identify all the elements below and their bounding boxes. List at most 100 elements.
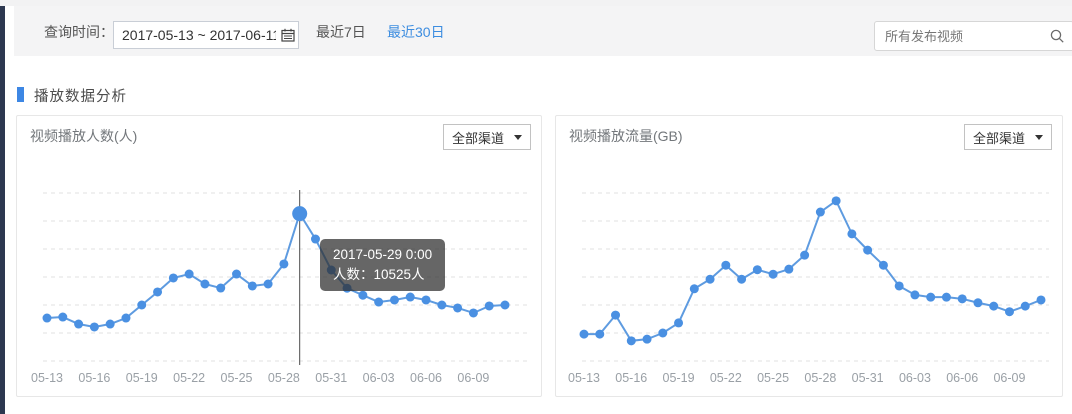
channel-select[interactable]: 全部渠道 [964, 124, 1052, 150]
data-point[interactable] [501, 301, 510, 310]
x-axis-label: 05-31 [315, 371, 347, 385]
data-point[interactable] [863, 246, 872, 255]
x-axis-label: 05-13 [568, 371, 600, 385]
data-point[interactable] [1037, 295, 1046, 304]
data-point[interactable] [1005, 307, 1014, 316]
x-axis-label: 05-31 [852, 371, 884, 385]
data-point[interactable] [611, 311, 620, 320]
data-point[interactable] [137, 301, 146, 310]
video-search-box[interactable] [874, 21, 1072, 51]
data-point[interactable] [406, 293, 415, 302]
data-point[interactable] [169, 273, 178, 282]
data-point[interactable] [627, 336, 636, 345]
magnifier-icon[interactable] [1049, 28, 1065, 44]
x-axis-label: 06-03 [363, 371, 395, 385]
data-point[interactable] [973, 298, 982, 307]
data-point[interactable] [437, 301, 446, 310]
data-point[interactable] [847, 229, 856, 238]
data-point[interactable] [153, 287, 162, 296]
data-point[interactable] [721, 261, 730, 270]
channel-select[interactable]: 全部渠道 [443, 124, 531, 150]
data-point[interactable] [800, 251, 809, 260]
chart-title: 视频播放人数(人) [30, 126, 137, 146]
highlighted-data-point[interactable] [292, 206, 307, 221]
x-axis-label: 06-09 [993, 371, 1025, 385]
x-axis-label: 05-16 [78, 371, 110, 385]
data-point[interactable] [422, 295, 431, 304]
query-toolbar: 查询时间： 最近7日 最近30日 [14, 6, 1072, 56]
data-point[interactable] [453, 303, 462, 312]
data-point[interactable] [279, 259, 288, 268]
chevron-down-icon [514, 135, 522, 140]
data-point[interactable] [769, 270, 778, 279]
x-axis-label: 06-06 [410, 371, 442, 385]
data-point[interactable] [958, 294, 967, 303]
data-point[interactable] [343, 284, 352, 293]
date-range-picker[interactable] [113, 21, 299, 49]
data-point[interactable] [737, 275, 746, 284]
x-axis-label: 05-25 [221, 371, 253, 385]
data-point[interactable] [74, 320, 83, 329]
data-point[interactable] [753, 265, 762, 274]
data-point[interactable] [595, 330, 604, 339]
data-point[interactable] [658, 329, 667, 338]
data-point[interactable] [200, 280, 209, 289]
section-title: 播放数据分析 [34, 85, 127, 106]
data-point[interactable] [185, 270, 194, 279]
x-axis-label: 06-09 [457, 371, 489, 385]
last-7-days-link[interactable]: 最近7日 [316, 22, 366, 42]
data-point[interactable] [469, 308, 478, 317]
data-point[interactable] [989, 302, 998, 311]
data-point[interactable] [895, 281, 904, 290]
data-point[interactable] [643, 335, 652, 344]
x-axis-label: 06-03 [899, 371, 931, 385]
data-point[interactable] [784, 265, 793, 274]
line-chart-canvas[interactable]: 05-1305-1605-1905-2205-2505-2805-3106-03… [556, 116, 1062, 396]
data-point[interactable] [248, 281, 257, 290]
data-point[interactable] [832, 196, 841, 205]
chart-title: 视频播放流量(GB) [569, 126, 683, 146]
data-point[interactable] [358, 291, 367, 300]
data-point[interactable] [43, 314, 52, 323]
data-point[interactable] [327, 266, 336, 275]
data-point[interactable] [106, 320, 115, 329]
x-axis-label: 05-25 [757, 371, 789, 385]
date-range-input[interactable] [113, 21, 299, 49]
search-input[interactable] [874, 21, 1072, 51]
play-count-chart-card: 视频播放人数(人) 全部渠道 05-1305-1605-1905-2205-25… [16, 115, 542, 397]
data-point[interactable] [926, 293, 935, 302]
channel-select-label: 全部渠道 [452, 128, 504, 147]
x-axis-label: 05-22 [173, 371, 205, 385]
x-axis-label: 05-28 [268, 371, 300, 385]
last-30-days-link[interactable]: 最近30日 [387, 22, 445, 42]
data-point[interactable] [942, 293, 951, 302]
data-point[interactable] [674, 318, 683, 327]
data-point[interactable] [216, 284, 225, 293]
data-point[interactable] [58, 313, 67, 322]
data-point[interactable] [690, 284, 699, 293]
data-point[interactable] [879, 261, 888, 270]
series-line [47, 214, 505, 327]
calendar-icon[interactable] [281, 28, 295, 42]
series-line [584, 201, 1041, 341]
data-point[interactable] [580, 330, 589, 339]
data-point[interactable] [910, 290, 919, 299]
data-point[interactable] [485, 301, 494, 310]
sidebar-edge [0, 6, 5, 414]
data-point[interactable] [706, 275, 715, 284]
data-point[interactable] [374, 298, 383, 307]
data-point[interactable] [816, 208, 825, 217]
x-axis-label: 05-22 [710, 371, 742, 385]
line-chart-canvas[interactable]: 05-1305-1605-1905-2205-2505-2805-3106-03… [17, 116, 541, 396]
data-point[interactable] [311, 235, 320, 244]
x-axis-label: 05-28 [804, 371, 836, 385]
data-point[interactable] [1021, 302, 1030, 311]
chevron-down-icon [1035, 135, 1043, 140]
data-point[interactable] [264, 280, 273, 289]
data-point[interactable] [90, 322, 99, 331]
data-point[interactable] [121, 314, 130, 323]
play-traffic-chart-card: 视频播放流量(GB) 全部渠道 05-1305-1605-1905-2205-2… [555, 115, 1063, 397]
dashboard-page: 查询时间： 最近7日 最近30日 播放数据分析 视频播放 [0, 0, 1072, 414]
data-point[interactable] [232, 270, 241, 279]
data-point[interactable] [390, 295, 399, 304]
